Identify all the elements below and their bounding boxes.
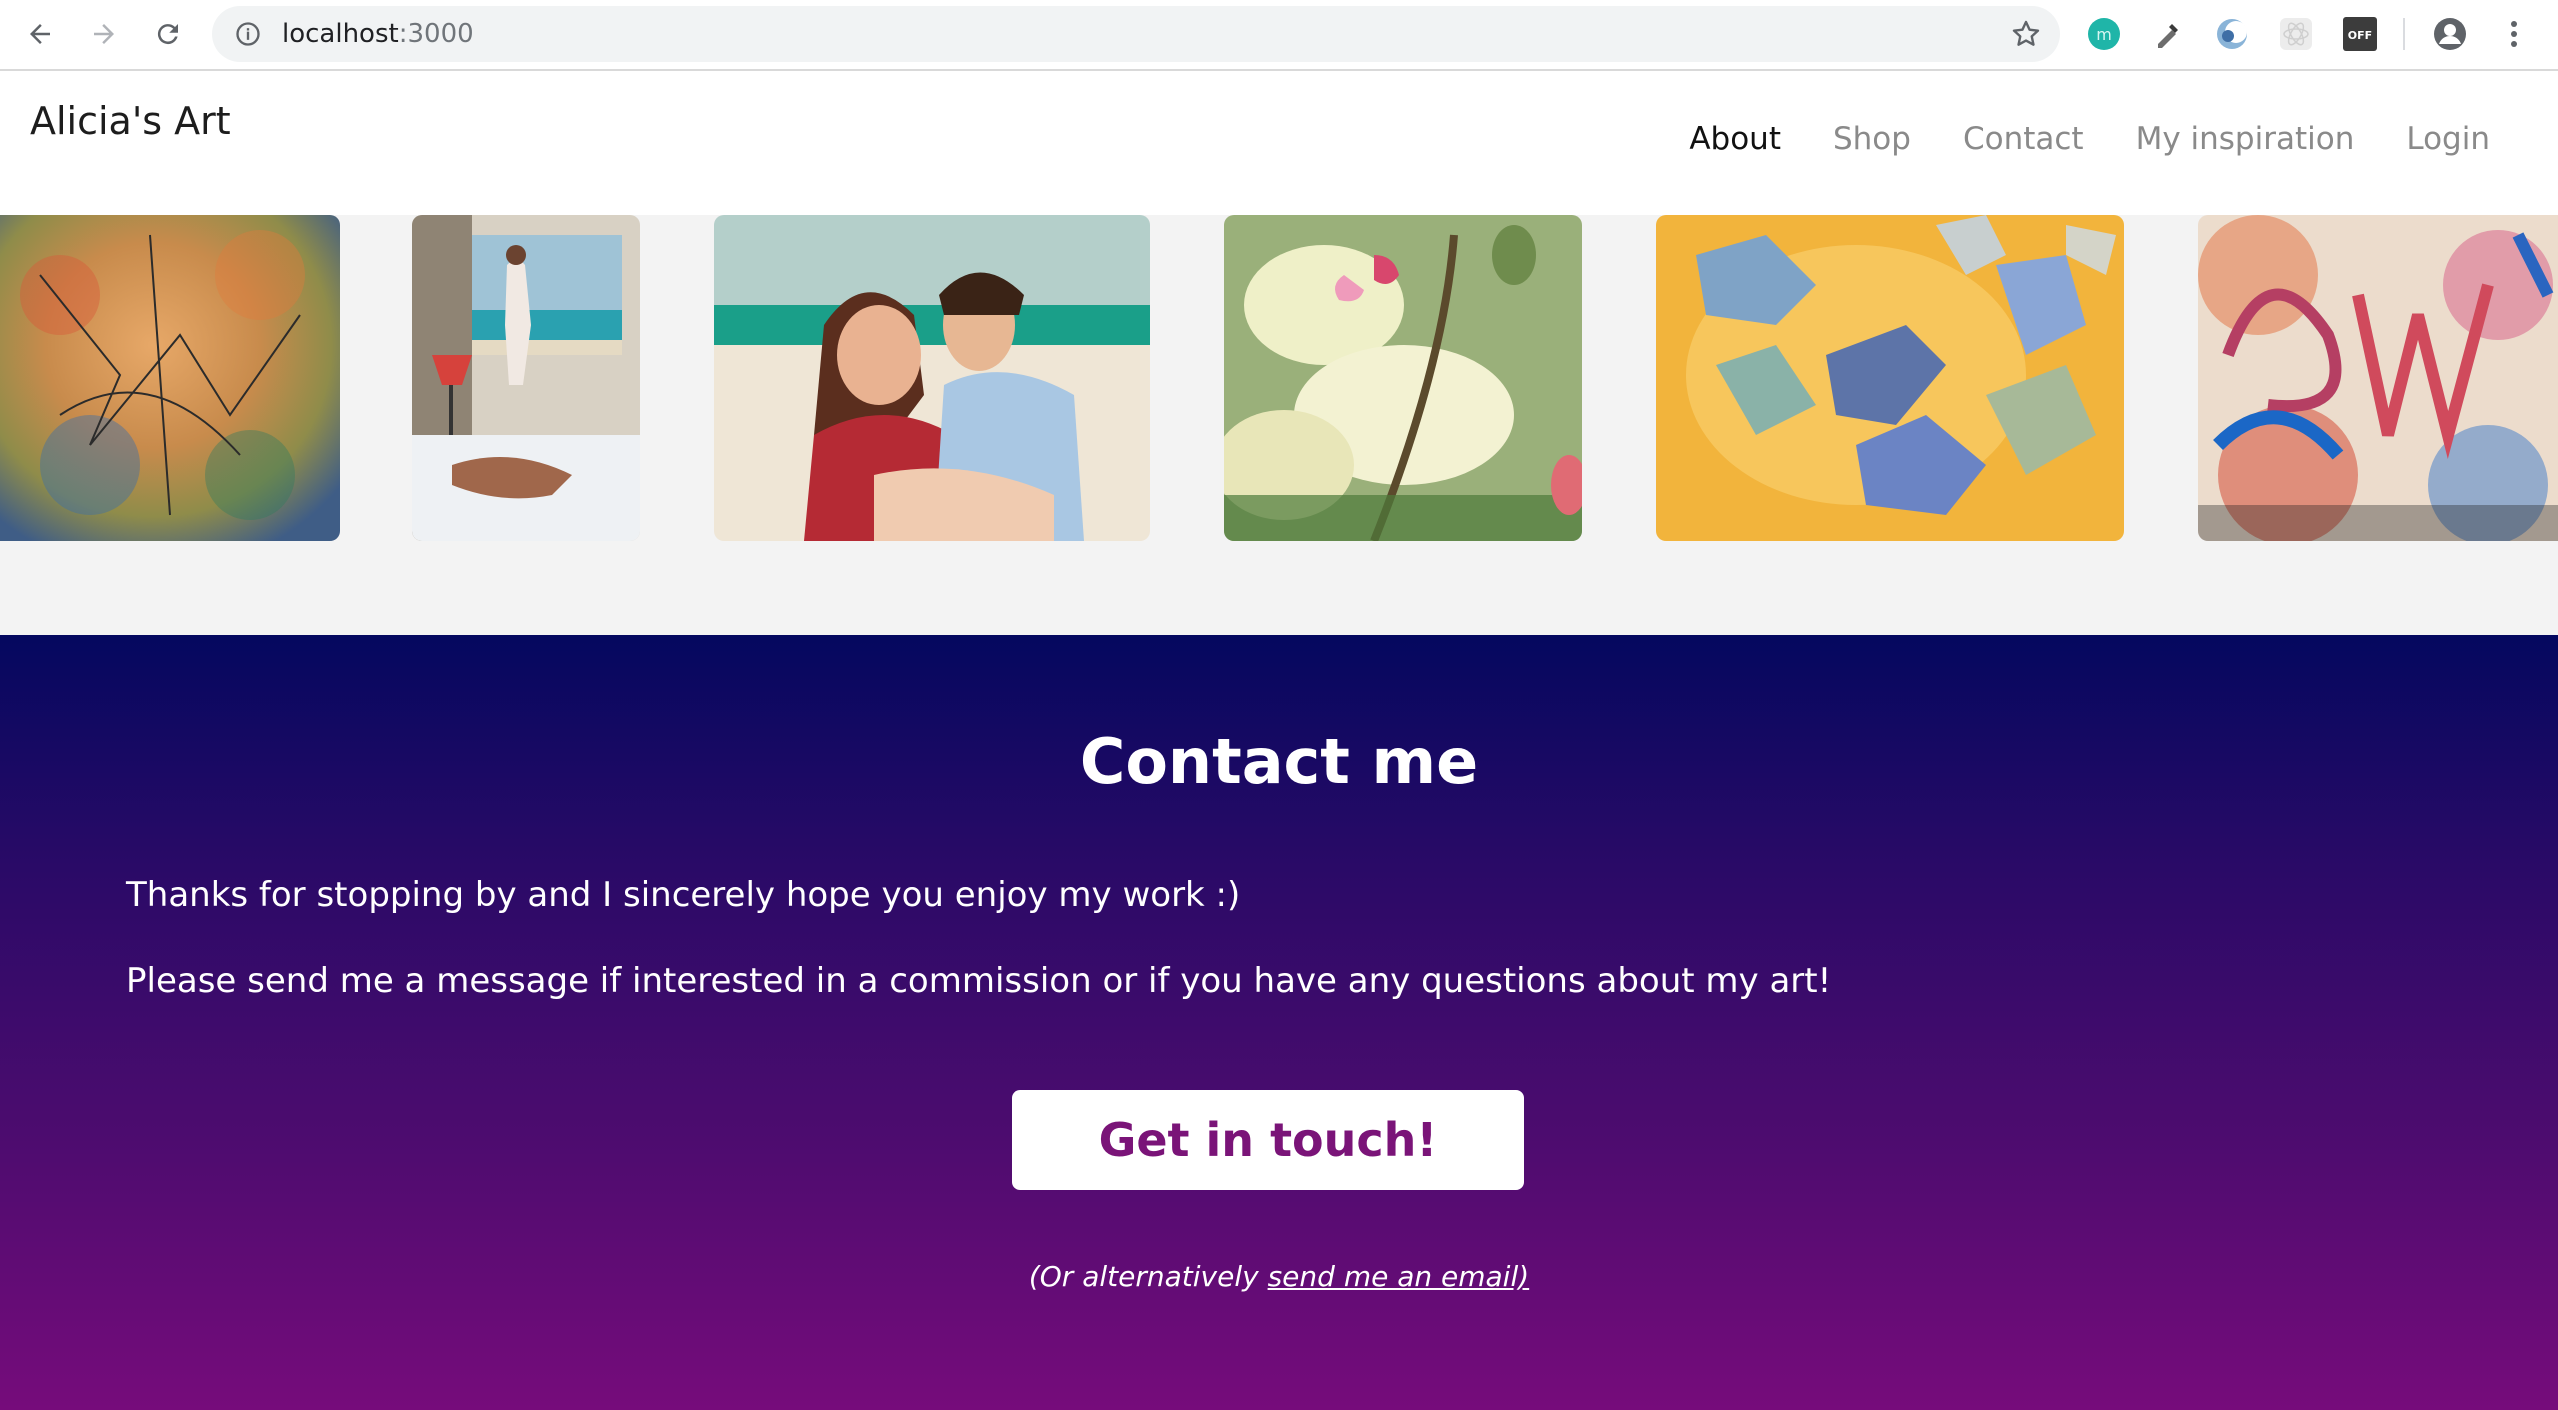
address-bar[interactable]: localhost:3000 [212, 6, 2060, 62]
svg-text:m: m [2096, 25, 2112, 44]
bookmark-star-icon[interactable] [2010, 18, 2042, 50]
nav-login[interactable]: Login [2406, 121, 2490, 157]
contact-title: Contact me [1079, 725, 1479, 798]
back-icon[interactable] [18, 12, 62, 56]
orchid-painting[interactable] [1224, 215, 1582, 541]
svg-text:OFF: OFF [2348, 29, 2372, 42]
contact-message-text: Please send me a message if interested i… [126, 961, 1832, 1001]
send-email-link[interactable]: send me an email) [1268, 1260, 1530, 1293]
profile-avatar-icon[interactable] [2432, 16, 2468, 52]
url-text: localhost:3000 [282, 19, 474, 49]
browser-toolbar: localhost:3000 m OFF [0, 0, 2558, 71]
blue-shapes-painting[interactable] [1656, 215, 2124, 541]
get-in-touch-button[interactable]: Get in touch! [1012, 1090, 1524, 1190]
nav-about[interactable]: About [1689, 121, 1781, 157]
abstract-line-painting[interactable] [0, 215, 340, 541]
reload-icon[interactable] [146, 12, 190, 56]
extension-crescent-icon[interactable] [2214, 16, 2250, 52]
main-nav: About Shop Contact My inspiration Login [1689, 121, 2490, 157]
extension-react-icon[interactable] [2278, 16, 2314, 52]
contact-intro-text: Thanks for stopping by and I sincerely h… [126, 875, 1241, 915]
toolbar-divider [2403, 18, 2405, 50]
nav-shop[interactable]: Shop [1833, 121, 1911, 157]
extension-off-icon[interactable]: OFF [2342, 16, 2378, 52]
graffiti-painting[interactable] [2198, 215, 2558, 541]
couple-on-beach-painting[interactable] [714, 215, 1150, 541]
extension-m-icon[interactable]: m [2086, 16, 2122, 52]
nav-my-inspiration[interactable]: My inspiration [2136, 121, 2355, 157]
contact-section: Contact me Thanks for stopping by and I … [0, 635, 2558, 1410]
site-brand[interactable]: Alicia's Art [30, 99, 231, 143]
woman-at-window-painting[interactable] [412, 215, 640, 541]
site-header: Alicia's Art About Shop Contact My inspi… [0, 71, 2558, 215]
email-alternative-text: (Or alternatively send me an email) [1028, 1260, 1530, 1293]
info-icon[interactable] [234, 20, 262, 48]
nav-contact[interactable]: Contact [1963, 121, 2084, 157]
kebab-menu-icon[interactable] [2496, 16, 2532, 52]
forward-icon[interactable] [82, 12, 126, 56]
art-gallery [0, 215, 2558, 635]
eyedropper-extension-icon[interactable] [2150, 16, 2186, 52]
